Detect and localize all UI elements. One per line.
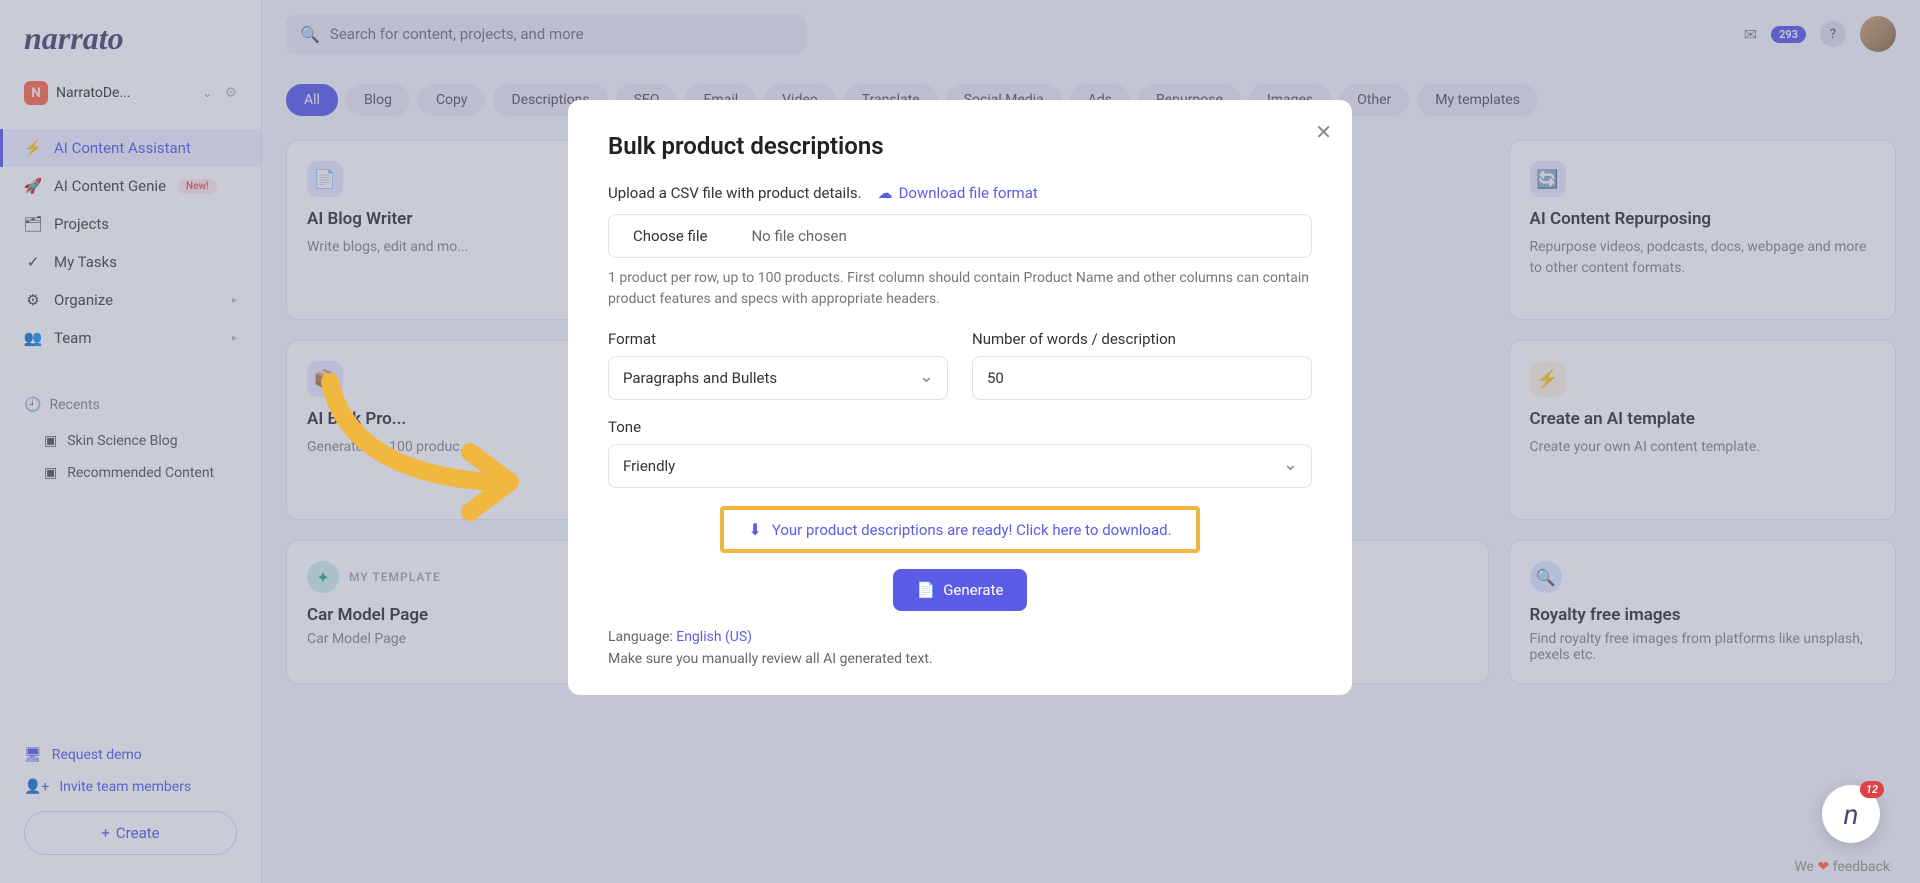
heart-icon: ❤	[1817, 859, 1829, 875]
review-note: Make sure you manually review all AI gen…	[608, 651, 1312, 667]
fab-badge: 12	[1860, 781, 1884, 798]
choose-file-button[interactable]: Choose file	[609, 215, 731, 257]
chat-fab[interactable]: n 12	[1822, 785, 1880, 843]
modal-title: Bulk product descriptions	[608, 132, 1312, 160]
generate-button[interactable]: 📄 Generate	[893, 569, 1028, 611]
fab-letter: n	[1844, 798, 1859, 831]
ready-text: Your product descriptions are ready! Cli…	[772, 521, 1172, 539]
bulk-product-modal: ✕ Bulk product descriptions Upload a CSV…	[568, 100, 1352, 695]
download-ready-banner[interactable]: ⬇ Your product descriptions are ready! C…	[720, 506, 1199, 553]
close-button[interactable]: ✕	[1315, 120, 1332, 144]
arrow-annotation	[310, 372, 550, 532]
format-label: Format	[608, 330, 948, 348]
upload-hint: 1 product per row, up to 100 products. F…	[608, 268, 1312, 310]
words-label: Number of words / description	[972, 330, 1312, 348]
modal-overlay: ✕ Bulk product descriptions Upload a CSV…	[0, 0, 1920, 883]
file-chosen-text: No file chosen	[731, 215, 866, 257]
tone-label: Tone	[608, 418, 1312, 436]
tone-select[interactable]: Friendly	[608, 444, 1312, 488]
download-icon: ⬇	[748, 520, 761, 539]
format-select[interactable]: Paragraphs and Bullets	[608, 356, 948, 400]
words-input[interactable]	[972, 356, 1312, 400]
language-row: Language: English (US)	[608, 629, 1312, 645]
file-icon: 📄	[917, 581, 936, 599]
file-input-row: Choose file No file chosen	[608, 214, 1312, 258]
language-link[interactable]: English (US)	[676, 629, 752, 645]
upload-label: Upload a CSV file with product details.	[608, 184, 862, 202]
cloud-download-icon: ☁	[878, 184, 893, 202]
download-format-link[interactable]: ☁ Download file format	[878, 184, 1038, 202]
feedback-link[interactable]: We ❤ feedback	[1794, 859, 1890, 875]
